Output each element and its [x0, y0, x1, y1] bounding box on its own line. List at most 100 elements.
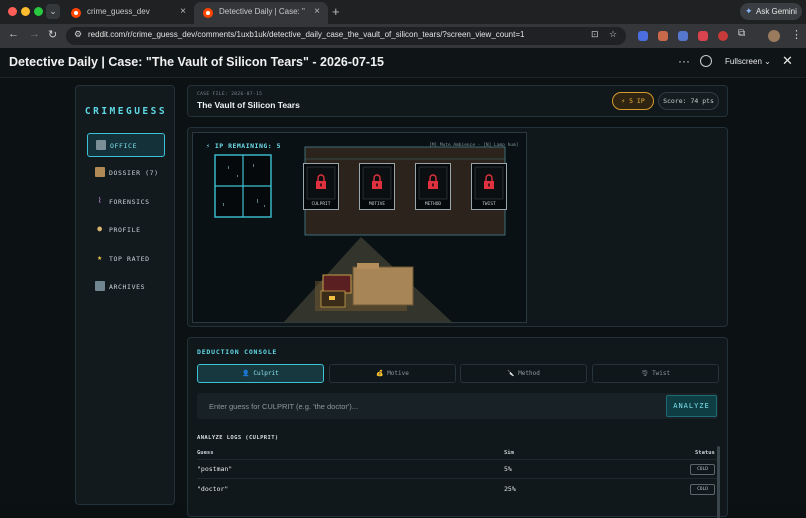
brand-logo: CRIMEGUESS: [84, 106, 168, 117]
row-sim: 25%: [504, 485, 516, 493]
board-label: MOTIVE: [368, 202, 386, 207]
sidebar-item-office[interactable]: OFFICE: [87, 133, 165, 157]
tab-close-icon[interactable]: ×: [180, 6, 186, 17]
bookmark-star-icon[interactable]: ☆: [609, 29, 617, 40]
guess-form: ANALYZE: [197, 393, 718, 419]
case-file-label: CASE FILE: 2026-07-15: [197, 92, 263, 97]
window-minimize-button[interactable]: [21, 7, 30, 16]
site-info-icon[interactable]: ⚙: [74, 29, 82, 40]
url-text: reddit.com/r/crime_guess_dev/comments/1u…: [88, 30, 525, 39]
browser-tab-bar: ⌄ crime_guess_dev × Detective Daily | Ca…: [0, 0, 806, 24]
browser-tab-detective-daily[interactable]: Detective Daily | Case: "The V ×: [194, 2, 328, 24]
install-app-icon[interactable]: ⊡: [591, 29, 599, 40]
desk-objects: [315, 263, 414, 311]
logs-scrollbar[interactable]: [717, 446, 720, 518]
window-close-button[interactable]: [8, 7, 17, 16]
deduction-console: DEDUCTION CONSOLE 👤 Culprit 💰 Motive 🔪 M…: [187, 337, 728, 518]
sidebar-item-label: DOSSIER (7): [109, 169, 159, 177]
column-header-guess: Guess: [197, 450, 214, 456]
fullscreen-button[interactable]: Fullscreen ⌄: [725, 57, 771, 66]
post-header: Detective Daily | Case: "The Vault of Si…: [0, 48, 806, 78]
scene-panel: ⚡ IP REMAINING: 5 [M] Mute Ambience · [N…: [187, 127, 728, 327]
new-tab-button[interactable]: +: [332, 4, 340, 19]
forward-arrow-icon[interactable]: →: [29, 28, 40, 40]
fullscreen-label: Fullscreen: [725, 57, 762, 66]
logs-title: ANALYZE LOGS (CULPRIT): [197, 435, 279, 441]
dossier-icon: [95, 167, 105, 177]
window-zoom-button[interactable]: [34, 7, 43, 16]
guess-input[interactable]: [197, 393, 665, 419]
ip-badge: ⚡ 5 IP: [612, 92, 654, 110]
sidebar-item-forensics[interactable]: ⌇ FORENSICS: [87, 190, 165, 214]
case-name: The Vault of Silicon Tears: [197, 100, 300, 110]
case-header: CASE FILE: 2026-07-15 The Vault of Silic…: [187, 85, 728, 117]
evidence-board-twist[interactable]: TWIST: [471, 163, 507, 210]
sidebar: CRIMEGUESS OFFICE DOSSIER (7) ⌇ FORENSIC…: [75, 85, 175, 505]
extension-clock-icon[interactable]: [718, 31, 728, 41]
sidebar-item-label: ARCHIVES: [109, 283, 146, 291]
tab-motive[interactable]: 💰 Motive: [329, 364, 456, 383]
extension-shield-icon[interactable]: [638, 31, 648, 41]
tab-search-chevron-icon[interactable]: ⌄: [46, 4, 60, 19]
forensics-icon: ⌇: [97, 196, 103, 205]
theme-toggle-icon[interactable]: [700, 55, 712, 67]
tab-title: Detective Daily | Case: "The V: [219, 7, 305, 16]
evidence-board-motive[interactable]: MOTIVE: [359, 163, 395, 210]
column-header-sim: Sim: [504, 450, 514, 456]
reddit-favicon-icon: [71, 8, 81, 18]
reddit-favicon-icon: [203, 8, 213, 18]
reload-icon[interactable]: ↻: [48, 28, 57, 41]
profile-icon: ●: [97, 224, 103, 233]
board-label: TWIST: [482, 202, 496, 207]
sidebar-item-archives[interactable]: ARCHIVES: [87, 275, 165, 299]
column-header-status: Status: [695, 450, 715, 456]
star-icon: ★: [97, 253, 103, 262]
sidebar-item-top-rated[interactable]: ★ TOP RATED: [87, 247, 165, 271]
page-title: Detective Daily | Case: "The Vault of Si…: [9, 55, 384, 69]
table-divider: [197, 478, 718, 479]
extension-record-icon[interactable]: [698, 31, 708, 41]
office-icon: [96, 140, 106, 150]
browser-toolbar: ← → ↻ ⚙ reddit.com/r/crime_guess_dev/com…: [0, 24, 806, 48]
status-badge: COLD: [690, 464, 715, 475]
evidence-board-method[interactable]: METHOD: [415, 163, 451, 210]
extension-folder-icon[interactable]: [678, 31, 688, 41]
office-scene[interactable]: ⚡ IP REMAINING: 5 [M] Mute Ambience · [N…: [192, 132, 527, 323]
browser-tab-crime-guess-dev[interactable]: crime_guess_dev ×: [62, 2, 194, 24]
ask-gemini-button[interactable]: Ask Gemini: [740, 3, 802, 20]
sidebar-item-label: TOP RATED: [109, 255, 150, 263]
evidence-board-culprit[interactable]: CULPRIT: [303, 163, 339, 210]
extension-avatar-icon[interactable]: [658, 31, 668, 41]
board-label: METHOD: [424, 202, 442, 207]
address-bar[interactable]: ⚙ reddit.com/r/crime_guess_dev/comments/…: [66, 27, 626, 45]
game-container: CRIMEGUESS OFFICE DOSSIER (7) ⌇ FORENSIC…: [0, 79, 806, 518]
tab-method[interactable]: 🔪 Method: [460, 364, 587, 383]
tab-culprit[interactable]: 👤 Culprit: [197, 364, 324, 383]
row-guess: "postman": [197, 465, 233, 473]
status-badge: COLD: [690, 484, 715, 495]
table-divider: [197, 459, 718, 460]
night-window: [214, 154, 272, 218]
row-guess: "doctor": [197, 485, 229, 493]
scene-art: [214, 146, 506, 322]
tab-title: crime_guess_dev: [87, 7, 150, 16]
extensions-puzzle-icon[interactable]: ⧉: [738, 28, 745, 39]
browser-menu-icon[interactable]: ⋮: [791, 28, 802, 41]
tab-close-icon[interactable]: ×: [314, 6, 320, 17]
sidebar-item-label: PROFILE: [109, 226, 141, 234]
score-badge: Score: 74 pts: [658, 92, 719, 110]
analyze-button[interactable]: ANALYZE: [666, 395, 717, 417]
sidebar-item-dossier[interactable]: DOSSIER (7): [87, 161, 165, 185]
sidebar-item-label: FORENSICS: [109, 198, 150, 206]
console-title: DEDUCTION CONSOLE: [197, 348, 278, 356]
sidebar-item-label: OFFICE: [110, 142, 138, 150]
profile-avatar-icon[interactable]: [768, 30, 780, 42]
row-sim: 5%: [504, 465, 512, 473]
archive-icon: [95, 281, 105, 291]
back-arrow-icon[interactable]: ←: [8, 28, 19, 40]
sidebar-item-profile[interactable]: ● PROFILE: [87, 218, 165, 242]
board-label: CULPRIT: [311, 202, 331, 207]
tab-twist[interactable]: 🌪 Twist: [592, 364, 719, 383]
close-icon[interactable]: ✕: [782, 53, 793, 69]
more-options-icon[interactable]: ···: [678, 54, 690, 68]
